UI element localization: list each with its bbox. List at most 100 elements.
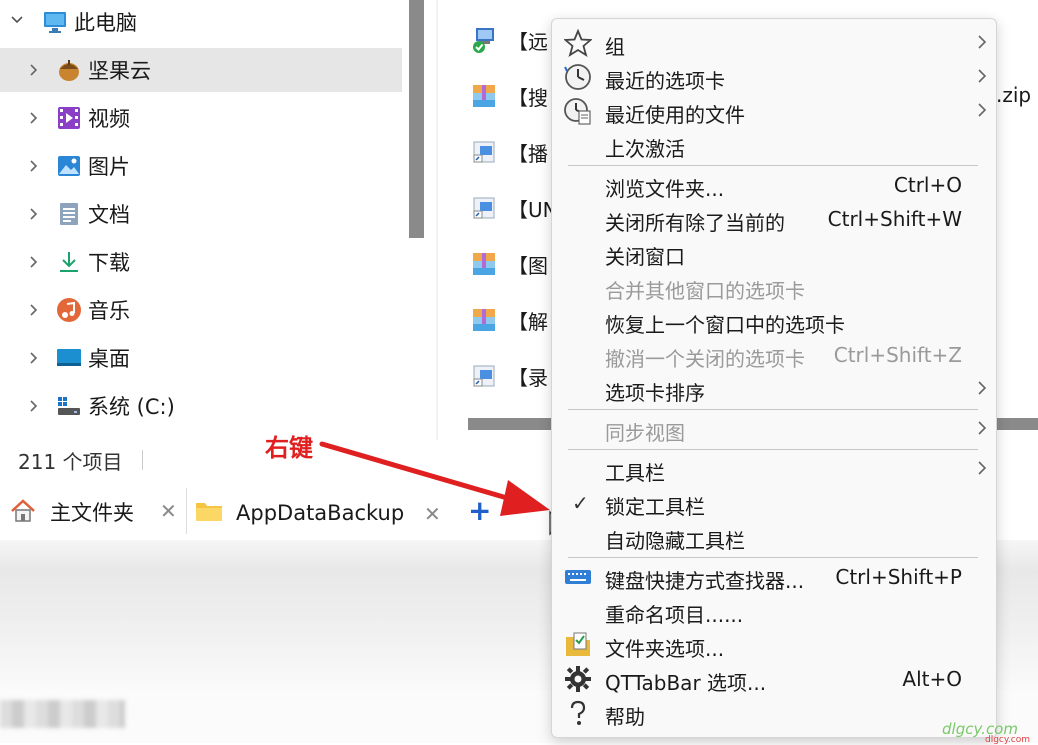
music-icon — [56, 297, 82, 323]
menu-item[interactable]: ✓ 锁定工具栏 — [552, 486, 996, 520]
menu-item[interactable]: 恢复上一个窗口中的选项卡 — [552, 304, 996, 338]
menu-item[interactable]: 合并其他窗口的选项卡 — [552, 270, 996, 304]
menu-item[interactable]: QTTabBar 选项... Alt+O — [552, 662, 996, 696]
file-list-item[interactable]: 【UN — [470, 192, 558, 224]
menu-item-shortcut: Ctrl+Shift+Z — [833, 343, 962, 367]
file-list-item[interactable]: 【远 — [470, 24, 548, 56]
menu-item[interactable]: 浏览文件夹... Ctrl+O — [552, 168, 996, 202]
annotation-label: 右键 — [265, 434, 313, 462]
menu-item[interactable]: 同步视图 — [552, 412, 996, 446]
status-item-count: 211 个项目 — [18, 450, 123, 474]
shortcut-icon — [470, 194, 498, 222]
menu-item-label: 键盘快捷方式查找器... — [605, 569, 805, 593]
menu-item[interactable]: 自动隐藏工具栏 — [552, 520, 996, 554]
chevron-right-icon[interactable] — [26, 206, 40, 226]
file-name: 【录 — [508, 365, 548, 390]
video-icon — [56, 105, 82, 131]
nav-item-label: 文档 — [88, 203, 130, 227]
file-list-item[interactable]: 【录 — [470, 360, 548, 392]
menu-item-label: 锁定工具栏 — [605, 495, 705, 519]
chevron-right-icon[interactable] — [26, 62, 40, 82]
menu-item[interactable]: 上次激活 — [552, 128, 996, 162]
menu-item-label: 上次激活 — [605, 137, 685, 161]
menu-item-label: 重命名项目...... — [605, 603, 744, 627]
gear-icon — [564, 665, 592, 693]
menu-item-label: 帮助 — [605, 705, 645, 729]
nav-item[interactable]: 图片 — [0, 144, 402, 188]
menu-item-label: 最近使用的文件 — [605, 103, 745, 127]
menu-separator — [568, 409, 978, 410]
nav-item-label: 音乐 — [88, 299, 130, 323]
nav-item[interactable]: 下载 — [0, 240, 402, 284]
menu-item[interactable]: 最近的选项卡 — [552, 60, 996, 94]
nav-item-label: 视频 — [88, 107, 130, 131]
menu-item[interactable]: 帮助 — [552, 696, 996, 730]
chevron-right-icon[interactable] — [26, 398, 40, 418]
nav-item-this-pc[interactable]: 此电脑 — [0, 0, 402, 44]
nav-item[interactable]: 桌面 — [0, 336, 402, 380]
nav-item[interactable]: 视频 — [0, 96, 402, 140]
archive-icon — [470, 306, 498, 334]
nav-item-label: 坚果云 — [88, 59, 151, 83]
folder-icon — [194, 499, 224, 523]
menu-item-label: 关闭窗口 — [605, 245, 685, 269]
menu-item[interactable]: 工具栏 — [552, 452, 996, 486]
menu-item-label: 文件夹选项... — [605, 637, 725, 661]
submenu-arrow-icon — [976, 418, 988, 443]
context-menu: 组最近的选项卡 最近使用的文件 上次激活 浏览文件夹... Ctrl+O 关闭所有除了当前… — [551, 18, 997, 738]
close-icon[interactable]: ✕ — [160, 499, 177, 523]
drive-icon — [56, 393, 82, 419]
file-list-item[interactable]: 【播 — [470, 136, 548, 168]
menu-item-label: 同步视图 — [605, 421, 685, 445]
submenu-arrow-icon — [976, 378, 988, 403]
nav-item[interactable]: 文档 — [0, 192, 402, 236]
menu-item[interactable]: 重命名项目...... — [552, 594, 996, 628]
picture-icon — [56, 153, 82, 179]
menu-item-label: 最近的选项卡 — [605, 69, 725, 93]
nav-item[interactable]: 坚果云 — [0, 48, 402, 92]
menu-item[interactable]: 组 — [552, 26, 996, 60]
folder-options-icon — [564, 631, 592, 659]
checkmark-icon: ✓ — [572, 491, 589, 515]
star-icon — [563, 28, 593, 57]
help-icon — [564, 699, 592, 727]
menu-item[interactable]: 关闭所有除了当前的 Ctrl+Shift+W — [552, 202, 996, 236]
nav-item-label: 此电脑 — [74, 11, 137, 35]
chevron-right-icon[interactable] — [26, 110, 40, 130]
menu-item[interactable]: 文件夹选项... — [552, 628, 996, 662]
submenu-arrow-icon — [976, 100, 988, 125]
nav-item-label: 图片 — [88, 155, 130, 179]
menu-item-shortcut: Alt+O — [902, 667, 962, 691]
chevron-right-icon[interactable] — [26, 254, 40, 274]
file-list-item[interactable]: 【解 — [470, 304, 548, 336]
nav-item[interactable]: 音乐 — [0, 288, 402, 332]
menu-item[interactable]: 撤消一个关闭的选项卡 Ctrl+Shift+Z — [552, 338, 996, 372]
menu-item-label: 关闭所有除了当前的 — [605, 211, 785, 235]
nav-item-label: 下载 — [88, 251, 130, 275]
archive-icon — [470, 250, 498, 278]
menu-separator — [568, 557, 978, 558]
menu-item[interactable]: 最近使用的文件 — [552, 94, 996, 128]
chevron-right-icon[interactable] — [26, 158, 40, 178]
navigation-pane: 此电脑 坚果云视频图片文档下载音乐桌面系统 (C:) — [0, 0, 402, 440]
pane-divider — [436, 0, 438, 440]
nav-scrollbar[interactable] — [409, 0, 424, 238]
file-list-item[interactable]: 【搜 — [470, 80, 548, 112]
shortcut-icon — [470, 362, 498, 390]
chevron-right-icon[interactable] — [26, 302, 40, 322]
annotation-arrow-icon — [319, 441, 550, 516]
file-list-item[interactable]: 【图 — [470, 248, 548, 280]
clock-file-icon — [564, 97, 592, 125]
file-name: 【图 — [508, 253, 548, 278]
menu-item[interactable]: 选项卡排序 — [552, 372, 996, 406]
menu-item-shortcut: Ctrl+O — [893, 173, 962, 197]
archive-icon — [470, 82, 498, 110]
tab-home[interactable]: 主文件夹 ✕ — [0, 488, 187, 534]
nav-item[interactable]: 系统 (C:) — [0, 384, 402, 428]
menu-item[interactable]: 键盘快捷方式查找器... Ctrl+Shift+P — [552, 560, 996, 594]
menu-item[interactable]: 关闭窗口 — [552, 236, 996, 270]
chevron-down-icon[interactable] — [10, 12, 24, 32]
chevron-right-icon[interactable] — [26, 350, 40, 370]
nav-item-label: 桌面 — [88, 347, 130, 371]
remote-icon — [470, 26, 498, 54]
